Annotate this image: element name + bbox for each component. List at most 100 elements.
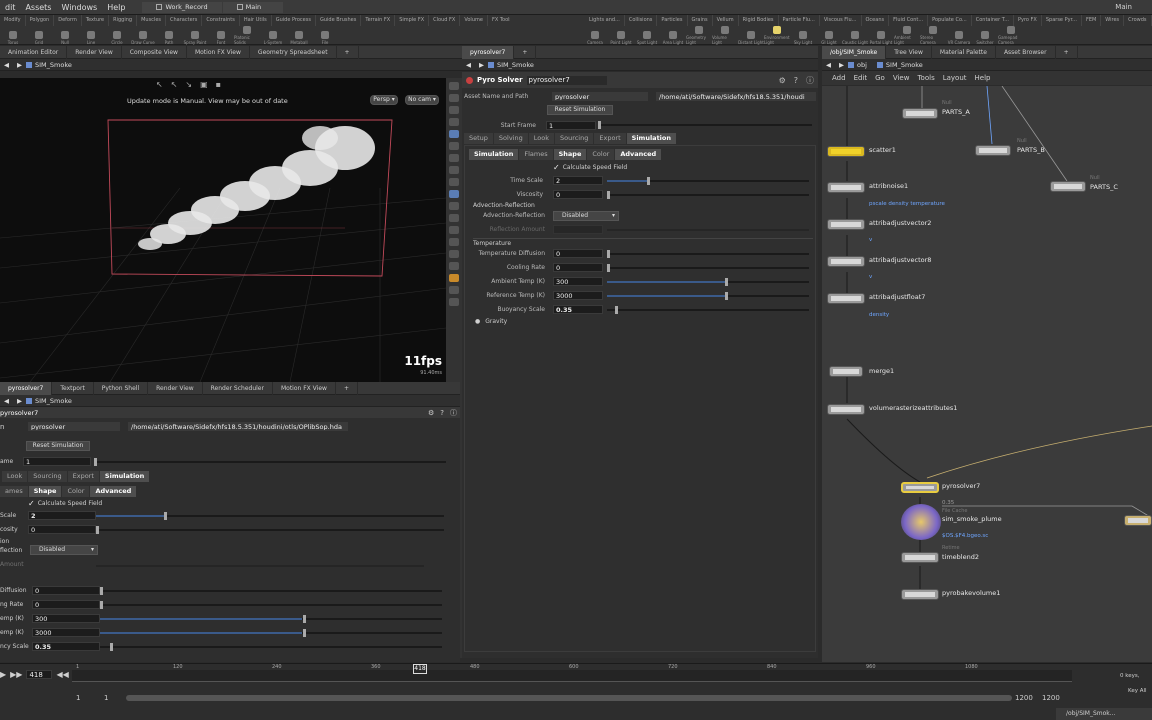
menu-add[interactable]: Add <box>822 74 850 82</box>
range-slider[interactable] <box>126 695 1012 701</box>
end-frame-field[interactable]: 1200 <box>1042 694 1060 702</box>
side-tool[interactable] <box>449 118 459 126</box>
subtab-advanced[interactable]: Advanced <box>90 486 137 497</box>
pyrosolver-label[interactable]: pyrosolver7 <box>942 482 980 490</box>
shelf-tab[interactable]: Deform <box>54 15 82 26</box>
timeblend-label[interactable]: timeblend2 <box>942 553 979 561</box>
side-tool[interactable] <box>449 250 459 258</box>
tool-spot-light[interactable]: Spot Light <box>634 26 660 45</box>
step-back-icon[interactable]: ◀◀ <box>56 670 68 679</box>
tool-gamepad-camera[interactable]: Gamepad Camera <box>998 26 1024 45</box>
shelf-tab[interactable]: Wires <box>1101 15 1125 26</box>
shelf-tab[interactable]: Container T... <box>972 15 1014 26</box>
help-icon[interactable]: ? <box>437 409 447 417</box>
side-tool[interactable] <box>449 274 459 282</box>
tool-sky-light[interactable]: Sky Light <box>790 26 816 45</box>
tool-camera[interactable]: Camera <box>582 26 608 45</box>
advection-reflection-menu[interactable]: Disabled ▾ <box>553 211 619 221</box>
subtab-advanced[interactable]: Advanced <box>615 149 662 160</box>
select-icon[interactable]: ↖ <box>156 80 163 89</box>
tab-setup[interactable]: Setup <box>464 133 493 144</box>
subtab-shape[interactable]: Shape <box>553 149 587 160</box>
lower-time-scale-field[interactable]: 2 <box>28 511 96 520</box>
shelf-tab[interactable]: Oceans <box>862 15 890 26</box>
slider-handle[interactable] <box>96 526 99 534</box>
asset-name-field[interactable]: pyrosolver <box>552 92 648 101</box>
node-attribadjustvector2[interactable] <box>827 219 865 230</box>
tab-pyrosolver7[interactable]: pyrosolver7 <box>0 381 53 395</box>
slider-handle[interactable] <box>100 587 103 595</box>
side-tool[interactable] <box>449 226 459 234</box>
lower-ambient-field[interactable]: 300 <box>32 614 100 623</box>
desktop-tab-work-record[interactable]: Work_Record <box>142 1 222 13</box>
tab-network-view[interactable]: /obj/SIM_Smoke <box>822 45 887 59</box>
menu-windows[interactable]: Windows <box>56 3 102 12</box>
timeline-ruler[interactable]: 1 120 240 360 480 600 720 840 960 1080 4… <box>72 664 1072 682</box>
shelf-tab[interactable]: Viscous Flu... <box>820 15 862 26</box>
back-icon[interactable]: ◀ <box>822 61 835 69</box>
play-icon[interactable]: ▶ <box>0 670 6 679</box>
shelf-tab[interactable]: Constraints <box>202 15 240 26</box>
shelf-tab[interactable]: Hair Utils <box>240 15 272 26</box>
lower-node-name[interactable]: pyrosolver7 <box>0 409 38 417</box>
shelf-tab[interactable]: Texture <box>82 15 110 26</box>
attribadjustvector2-label[interactable]: attribadjustvector2 <box>869 219 931 227</box>
parm-path-label[interactable]: SIM_Smoke <box>497 61 534 69</box>
cooling-rate-field[interactable]: 0 <box>553 263 603 272</box>
tool-torus[interactable]: Torus <box>0 26 26 45</box>
lower-path-label[interactable]: SIM_Smoke <box>35 397 72 405</box>
reset-simulation-button[interactable]: Reset Simulation <box>547 105 613 115</box>
side-tool[interactable] <box>449 82 459 90</box>
lower-time-scale-slider[interactable] <box>96 512 444 520</box>
calc-speed-checkbox[interactable]: ✓ <box>28 499 35 508</box>
tab-pyrosolver7[interactable]: pyrosolver7 <box>462 45 515 59</box>
shelf-tab[interactable]: Crowds <box>1124 15 1152 26</box>
shelf-tab[interactable]: Rigid Bodies <box>739 15 779 26</box>
move-icon[interactable]: ↖ <box>171 80 178 89</box>
shelf-tab[interactable]: Pyro FX <box>1014 15 1042 26</box>
lower-reset-simulation-button[interactable]: Reset Simulation <box>26 441 90 451</box>
attribadjustvector8-label[interactable]: attribadjustvector8 <box>869 256 931 264</box>
node-pyrosolver[interactable] <box>901 482 939 493</box>
subtab-flames[interactable]: Flames <box>519 149 553 160</box>
shelf-tab[interactable]: Populate Co... <box>928 15 972 26</box>
shelf-tab[interactable]: Guide Brushes <box>316 15 362 26</box>
lower-frame-field[interactable]: 1 <box>23 457 91 466</box>
tab-export[interactable]: Export <box>594 133 626 144</box>
lower-advection-reflection-menu[interactable]: Disabled ▾ <box>30 545 98 555</box>
tab-render-scheduler[interactable]: Render Scheduler <box>203 381 273 395</box>
shelf-tab[interactable]: Volume <box>460 15 488 26</box>
start-frame-field[interactable]: 1 <box>546 120 596 130</box>
side-tool[interactable] <box>449 94 459 102</box>
node-pyrobakevolume[interactable] <box>901 589 939 600</box>
parts-a-label[interactable]: PARTS_A <box>942 108 970 116</box>
node-filecache[interactable] <box>901 504 941 540</box>
add-tab-button[interactable]: + <box>336 381 358 395</box>
node-parts-c[interactable] <box>1050 181 1086 192</box>
start-frame-field[interactable]: 1 <box>76 694 80 702</box>
tab-simulation[interactable]: Simulation <box>626 133 676 144</box>
tool-point-light[interactable]: Point Light <box>608 26 634 45</box>
menu-tools[interactable]: Tools <box>913 74 938 82</box>
menu-layout[interactable]: Layout <box>939 74 971 82</box>
side-tool[interactable] <box>449 298 459 306</box>
node-attribadjustvector8[interactable] <box>827 256 865 267</box>
subtab-simulation[interactable]: Simulation <box>469 149 519 160</box>
side-tool[interactable] <box>449 214 459 222</box>
node-name-field[interactable]: pyrosolver7 <box>526 75 607 85</box>
tool-circle[interactable]: Circle <box>104 26 130 45</box>
menu-edit[interactable]: Edit <box>850 74 872 82</box>
shelf-tab[interactable]: Vellum <box>713 15 739 26</box>
tab-solving[interactable]: Solving <box>493 133 528 144</box>
tab-asset-browser[interactable]: Asset Browser <box>996 45 1056 59</box>
subtab-shape[interactable]: Shape <box>28 486 62 497</box>
network-path-label[interactable]: SIM_Smoke <box>886 61 923 69</box>
tool-spray-paint[interactable]: Spray Paint <box>182 26 208 45</box>
slider-handle[interactable] <box>607 264 610 272</box>
tab-look[interactable]: Look <box>528 133 554 144</box>
buoyancy-scale-slider[interactable] <box>607 306 809 314</box>
lower-asset-path-field[interactable]: /home/ati/Software/Sidefx/hfs18.5.351/ho… <box>128 422 348 431</box>
side-tool[interactable] <box>449 166 459 174</box>
node-parts-a[interactable] <box>902 108 938 119</box>
forward-icon[interactable]: ▶ <box>13 61 26 69</box>
